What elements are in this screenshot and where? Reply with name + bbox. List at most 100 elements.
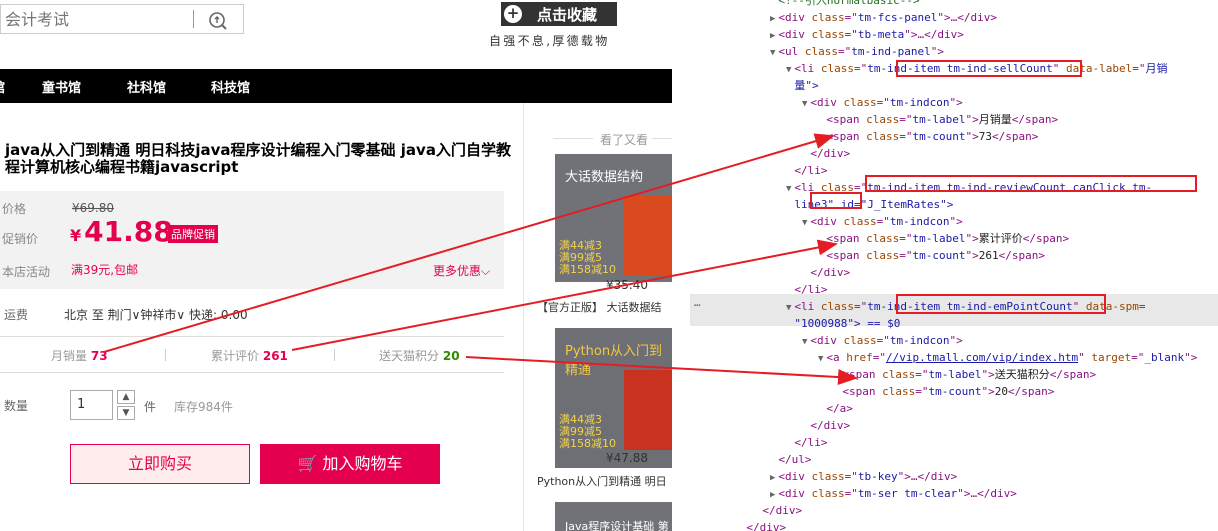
code-token: <div: [810, 334, 837, 347]
quantity-input[interactable]: 1: [70, 390, 113, 420]
favorite-button[interactable]: + 点击收藏: [501, 2, 617, 26]
code-token: <span: [826, 249, 860, 262]
dom-tree-row[interactable]: </div>: [802, 266, 850, 281]
expand-triangle-icon[interactable]: ▶: [770, 14, 775, 24]
code-token: tb-meta: [857, 28, 905, 41]
shipping-value[interactable]: 北京 至 荆门∨钟祥市∨ 快递: 0.00: [64, 306, 248, 323]
dom-tree-row[interactable]: </li>: [786, 283, 827, 298]
dom-tree-row[interactable]: </div>: [802, 147, 850, 162]
nav-item-children-books[interactable]: 童书馆: [42, 77, 81, 96]
dom-tree-row[interactable]: <span class="tm-count">20</span>: [834, 385, 1054, 400]
nav-item-social-science[interactable]: 社科馆: [127, 77, 166, 96]
code-token: ": [957, 487, 964, 500]
dom-tree-row[interactable]: ▼ <ul class="tm-ind-panel">: [770, 45, 944, 60]
buy-now-button[interactable]: 立即购买: [70, 444, 250, 484]
code-token: 20: [994, 385, 1009, 398]
code-token: tm-indcon: [889, 96, 950, 109]
dom-tree-row[interactable]: </a>: [818, 402, 853, 417]
devtools-elements-panel[interactable]: … <!--引入normalbasic--> ▶ <div class="tm-fc…: [690, 0, 1218, 531]
collapse-triangle-icon[interactable]: ▼: [802, 99, 807, 109]
dom-tree-row[interactable]: <span class="tm-count">73</span>: [818, 130, 1038, 145]
nav-item-partial[interactable]: 馆: [0, 77, 5, 96]
code-token: <!--引入normalbasic-->: [778, 0, 920, 7]
dom-tree-row[interactable]: ▼ <div class="tm-indcon">: [802, 215, 963, 230]
code-token: >: [963, 487, 971, 500]
price-label: 价格: [2, 202, 27, 216]
dom-tree-row[interactable]: ▶ <div class="tb-meta">…</div>: [770, 28, 964, 43]
dom-tree-row[interactable]: ▼ <div class="tm-indcon">: [802, 334, 963, 349]
recommended-item-cover[interactable]: 大话数据结构 满44减3 满99减5 满158减10: [555, 154, 672, 282]
collapse-triangle-icon[interactable]: ▼: [802, 218, 807, 228]
dom-tree-row[interactable]: </div>: [802, 419, 850, 434]
search-icon[interactable]: [207, 10, 229, 30]
dom-tree-row[interactable]: "1000988"> == $0: [786, 317, 900, 332]
collapse-triangle-icon[interactable]: ▼: [786, 65, 791, 75]
highlight-box: [896, 294, 1106, 314]
stat-review-count[interactable]: 累计评价 261: [211, 347, 288, 364]
code-token: …</div>: [910, 470, 958, 483]
dom-tree-row[interactable]: <span class="tm-count">261</span>: [818, 249, 1045, 264]
code-token: >: [944, 11, 951, 24]
dom-tree-row[interactable]: ▶ <div class="tb-key">…</div>: [770, 470, 957, 485]
collapse-triangle-icon[interactable]: ▼: [770, 48, 775, 58]
code-token: ": [1184, 351, 1191, 364]
cart-icon: 🛒: [297, 454, 318, 473]
code-token: 261: [978, 249, 999, 262]
nav-item-technology[interactable]: 科技馆: [211, 77, 250, 96]
code-token: 月销量: [978, 113, 1012, 126]
recommended-item-cover[interactable]: Java程序设计基础 第: [555, 502, 672, 531]
collapse-triangle-icon[interactable]: ▼: [786, 303, 791, 313]
code-token: =": [876, 96, 890, 109]
quantity-increase-button[interactable]: ▲: [117, 390, 135, 404]
stat-tmall-points[interactable]: 送天猫积分 20: [379, 347, 460, 364]
dom-tree-row[interactable]: </li>: [786, 164, 827, 179]
expand-triangle-icon[interactable]: ▶: [770, 473, 775, 483]
expand-triangle-icon[interactable]: ▶: [770, 490, 775, 500]
dom-tree-row[interactable]: <span class="tm-label">累计评价</span>: [818, 232, 1069, 247]
dom-tree-row[interactable]: <span class="tm-label">送天猫积分</span>: [834, 368, 1096, 383]
code-token: </span>: [1049, 368, 1097, 381]
dom-tree-row[interactable]: <span class="tm-label">月销量</span>: [818, 113, 1058, 128]
expand-triangle-icon[interactable]: ▶: [770, 31, 775, 41]
code-token: tm-indcon: [889, 215, 950, 228]
collapse-triangle-icon[interactable]: ▼: [818, 354, 823, 364]
dom-tree-row[interactable]: <!--引入normalbasic-->: [770, 0, 920, 9]
code-token: =": [844, 470, 858, 483]
dom-tree-row[interactable]: </div>: [754, 504, 802, 519]
dom-tree-row[interactable]: ▶ <div class="tm-fcs-panel">…</div>: [770, 11, 997, 26]
code-token: class: [836, 334, 877, 347]
add-to-cart-button[interactable]: 🛒 加入购物车: [260, 444, 440, 484]
code-token: class: [859, 113, 900, 126]
cover-promo: 满44减3 满99减5 满158减10: [559, 239, 616, 276]
code-token: </a>: [826, 402, 853, 415]
more-promo-link[interactable]: 更多优惠⌵: [433, 262, 490, 279]
code-token: class: [798, 45, 839, 58]
promo-price: ¥41.88: [70, 215, 173, 248]
collapse-triangle-icon[interactable]: ▼: [786, 184, 791, 194]
search-box[interactable]: [0, 4, 244, 34]
dom-tree-row[interactable]: ▶ <div class="tm-ser tm-clear">…</div>: [770, 487, 1017, 502]
dom-tree-row[interactable]: ▼ <a href="//vip.tmall.com/vip/index.htm"…: [818, 351, 1197, 366]
code-token: =": [876, 215, 890, 228]
dom-tree-row[interactable]: </ul>: [770, 453, 811, 468]
dom-tree-row[interactable]: ▼ <div class="tm-indcon">: [802, 96, 963, 111]
code-token: >: [910, 28, 918, 41]
quantity-decrease-button[interactable]: ▼: [117, 406, 135, 420]
ellipsis-icon[interactable]: …: [694, 296, 701, 309]
dom-tree-row[interactable]: </li>: [786, 436, 827, 451]
recommended-item-name[interactable]: 【官方正版】 大话数据结: [537, 299, 662, 315]
recommended-item-cover[interactable]: Python从入门到精通 满44减3 满99减5 满158减10: [555, 328, 672, 468]
collapse-triangle-icon[interactable]: ▼: [802, 337, 807, 347]
store-promo-value: 满39元,包邮: [71, 263, 139, 277]
search-input[interactable]: [1, 5, 191, 33]
cover-title: 大话数据结构: [565, 170, 644, 185]
dom-tree-row[interactable]: </div>: [738, 521, 786, 531]
dom-tree-row[interactable]: 量">: [786, 79, 818, 94]
recommended-item-name[interactable]: Python从入门到精通 明日: [537, 473, 667, 489]
